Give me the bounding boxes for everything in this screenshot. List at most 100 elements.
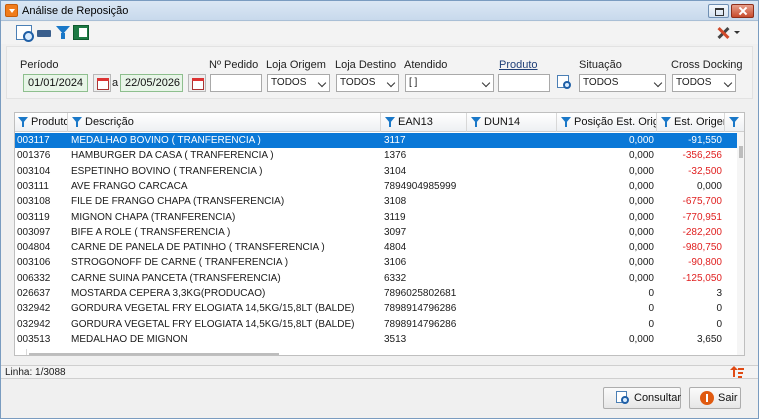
column-filter-icon[interactable] (72, 117, 82, 127)
cell-est-origem: -125,050 (682, 272, 722, 284)
column-header-produto[interactable]: Produto (15, 113, 68, 132)
cell-produto: 003119 (17, 211, 50, 223)
cell-ean13: 6332 (384, 272, 407, 284)
atendido-label: Atendido (404, 59, 448, 71)
pedido-label: Nº Pedido (209, 59, 259, 71)
cross-docking-label: Cross Docking (671, 59, 743, 71)
column-filter-icon[interactable] (729, 117, 739, 127)
column-header-next[interactable] (726, 113, 742, 132)
cell-produto: 003111 (17, 180, 49, 192)
produto-link[interactable]: Produto (499, 59, 538, 71)
cell-ean13: 1376 (384, 150, 407, 162)
status-bar: Linha: 1/3088 (1, 365, 758, 379)
consultar-button[interactable]: Consultar (603, 387, 681, 409)
cell-ean13: 3106 (384, 257, 407, 269)
column-header-descricao[interactable]: Descrição (69, 113, 381, 132)
cell-est-origem: -770,951 (682, 211, 722, 223)
cell-descricao: MEDALHAO DE MIGNON (71, 333, 188, 345)
periodo-separator: a (112, 77, 119, 89)
chevron-down-icon (481, 78, 491, 88)
data-grid[interactable]: Produto Descrição EAN13 DUN14 Posição Es… (14, 112, 745, 356)
cell-descricao: MEDALHAO BOVINO ( TRANFERENCIA ) (71, 135, 261, 146)
table-row[interactable]: 003117 MEDALHAO BOVINO ( TRANFERENCIA ) 31… (15, 133, 744, 148)
column-filter-icon[interactable] (661, 117, 671, 127)
periodo-start-input[interactable]: 01/01/2024 (23, 74, 88, 92)
cell-descricao: MOSTARDA CEPERA 3,3KG(PRODUCAO) (71, 288, 266, 299)
produto-input[interactable] (498, 74, 550, 92)
column-header-est-origem[interactable]: Est. Origem (658, 113, 725, 132)
periodo-label: Período (20, 59, 59, 71)
cell-posicao-est-origem: 0,000 (628, 150, 654, 162)
sort-icon[interactable] (730, 366, 746, 379)
close-window-button[interactable] (731, 4, 754, 18)
loja-origem-value: TODOS (271, 77, 307, 88)
table-row[interactable]: 004804 CARNE DE PANELA DE PATINHO ( TRANS… (15, 240, 744, 255)
cell-posicao-est-origem: 0 (648, 318, 654, 330)
table-row[interactable]: 003111 AVE FRANGO CARCACA 7894904985999 0,0… (15, 179, 744, 194)
horizontal-scroll-thumb[interactable] (29, 353, 279, 355)
cell-produto: 032942 (17, 318, 51, 330)
column-filter-icon[interactable] (385, 117, 395, 127)
cell-est-origem: -91,550 (688, 135, 722, 146)
horizontal-scrollbar[interactable] (15, 349, 737, 355)
column-header-ean13[interactable]: EAN13 (382, 113, 467, 132)
situacao-select[interactable]: TODOS (579, 74, 666, 92)
cell-est-origem: 0,000 (696, 180, 722, 192)
window-title: Análise de Reposição (22, 5, 129, 17)
cell-descricao: HAMBURGER DA CASA ( TRANFERENCIA ) (71, 150, 274, 162)
atendido-select[interactable]: [ ] (405, 74, 494, 92)
table-row[interactable]: 003097 BIFE A ROLE ( TRANSFERENCIA ) 3097 0… (15, 225, 744, 240)
periodo-end-input[interactable]: 22/05/2026 (120, 74, 183, 92)
loja-origem-select[interactable]: TODOS (267, 74, 330, 92)
cross-docking-select[interactable]: TODOS (672, 74, 736, 92)
cell-descricao: AVE FRANGO CARCACA (71, 180, 188, 192)
cell-ean13: 7898914796286 (384, 318, 457, 330)
column-header-posicao-est-origem[interactable]: Posição Est. Origem (558, 113, 657, 132)
loja-destino-select[interactable]: TODOS (336, 74, 399, 92)
cell-posicao-est-origem: 0 (648, 288, 654, 299)
table-row[interactable]: 032942 GORDURA VEGETAL FRY ELOGIATA 14,5K… (15, 317, 744, 332)
table-row[interactable]: 026637 MOSTARDA CEPERA 3,3KG(PRODUCAO) 789… (15, 286, 744, 301)
vertical-scroll-thumb[interactable] (739, 146, 743, 158)
minimize-restore-button[interactable] (708, 4, 729, 18)
column-filter-icon[interactable] (18, 117, 28, 127)
chevron-down-icon (317, 78, 327, 88)
table-row[interactable]: 006332 CARNE SUINA PANCETA (TRANSFERENCIA… (15, 271, 744, 286)
table-row[interactable]: 001376 HAMBURGER DA CASA ( TRANFERENCIA )… (15, 148, 744, 163)
table-row[interactable]: 003513 MEDALHAO DE MIGNON 3513 0,000 3,650 (15, 332, 744, 347)
preview-report-icon[interactable] (16, 25, 34, 42)
tools-menu-icon[interactable] (717, 25, 741, 40)
print-icon[interactable] (36, 25, 52, 40)
column-filter-icon[interactable] (471, 117, 481, 127)
column-filter-icon[interactable] (561, 117, 571, 127)
cell-produto: 026637 (17, 288, 51, 299)
excel-export-icon[interactable] (73, 25, 89, 40)
title-bar: Análise de Reposição (1, 1, 758, 21)
periodo-start-calendar-icon[interactable] (93, 74, 111, 92)
exit-icon (700, 391, 714, 405)
chevron-down-icon (386, 78, 396, 88)
pedido-input[interactable] (210, 74, 262, 92)
cell-descricao: ESPETINHO BOVINO ( TRANFERENCIA ) (71, 165, 263, 177)
table-row[interactable]: 003108 FILE DE FRANGO CHAPA (TRANSFERENCI… (15, 194, 744, 209)
cell-ean13: 3117 (384, 135, 406, 146)
cell-produto: 003108 (17, 196, 51, 208)
cell-posicao-est-origem: 0 (648, 303, 654, 315)
filter-icon[interactable] (55, 25, 71, 40)
cell-ean13: 3108 (384, 196, 407, 208)
table-row[interactable]: 032942 GORDURA VEGETAL FRY ELOGIATA 14,5K… (15, 301, 744, 316)
table-row[interactable]: 003119 MIGNON CHAPA (TRANFERENCIA) 3119 0,0… (15, 210, 744, 225)
produto-search-icon[interactable] (556, 74, 574, 92)
cell-ean13: 7898914796286 (384, 303, 457, 315)
table-row[interactable]: 003104 ESPETINHO BOVINO ( TRANFERENCIA ) 3… (15, 164, 744, 179)
vertical-scrollbar[interactable] (737, 132, 744, 355)
sair-button[interactable]: Sair (689, 387, 741, 409)
cell-produto: 003513 (17, 333, 51, 345)
periodo-end-calendar-icon[interactable] (188, 74, 206, 92)
cell-descricao: GORDURA VEGETAL FRY ELOGIATA 14,5KG/15,8… (71, 318, 355, 330)
cell-ean13: 3513 (384, 333, 407, 345)
cell-dun14 (468, 225, 557, 240)
table-row[interactable]: 003106 STROGONOFF DE CARNE ( TRANFERENCIA… (15, 255, 744, 270)
loja-destino-value: TODOS (340, 77, 376, 88)
column-header-dun14[interactable]: DUN14 (468, 113, 557, 132)
